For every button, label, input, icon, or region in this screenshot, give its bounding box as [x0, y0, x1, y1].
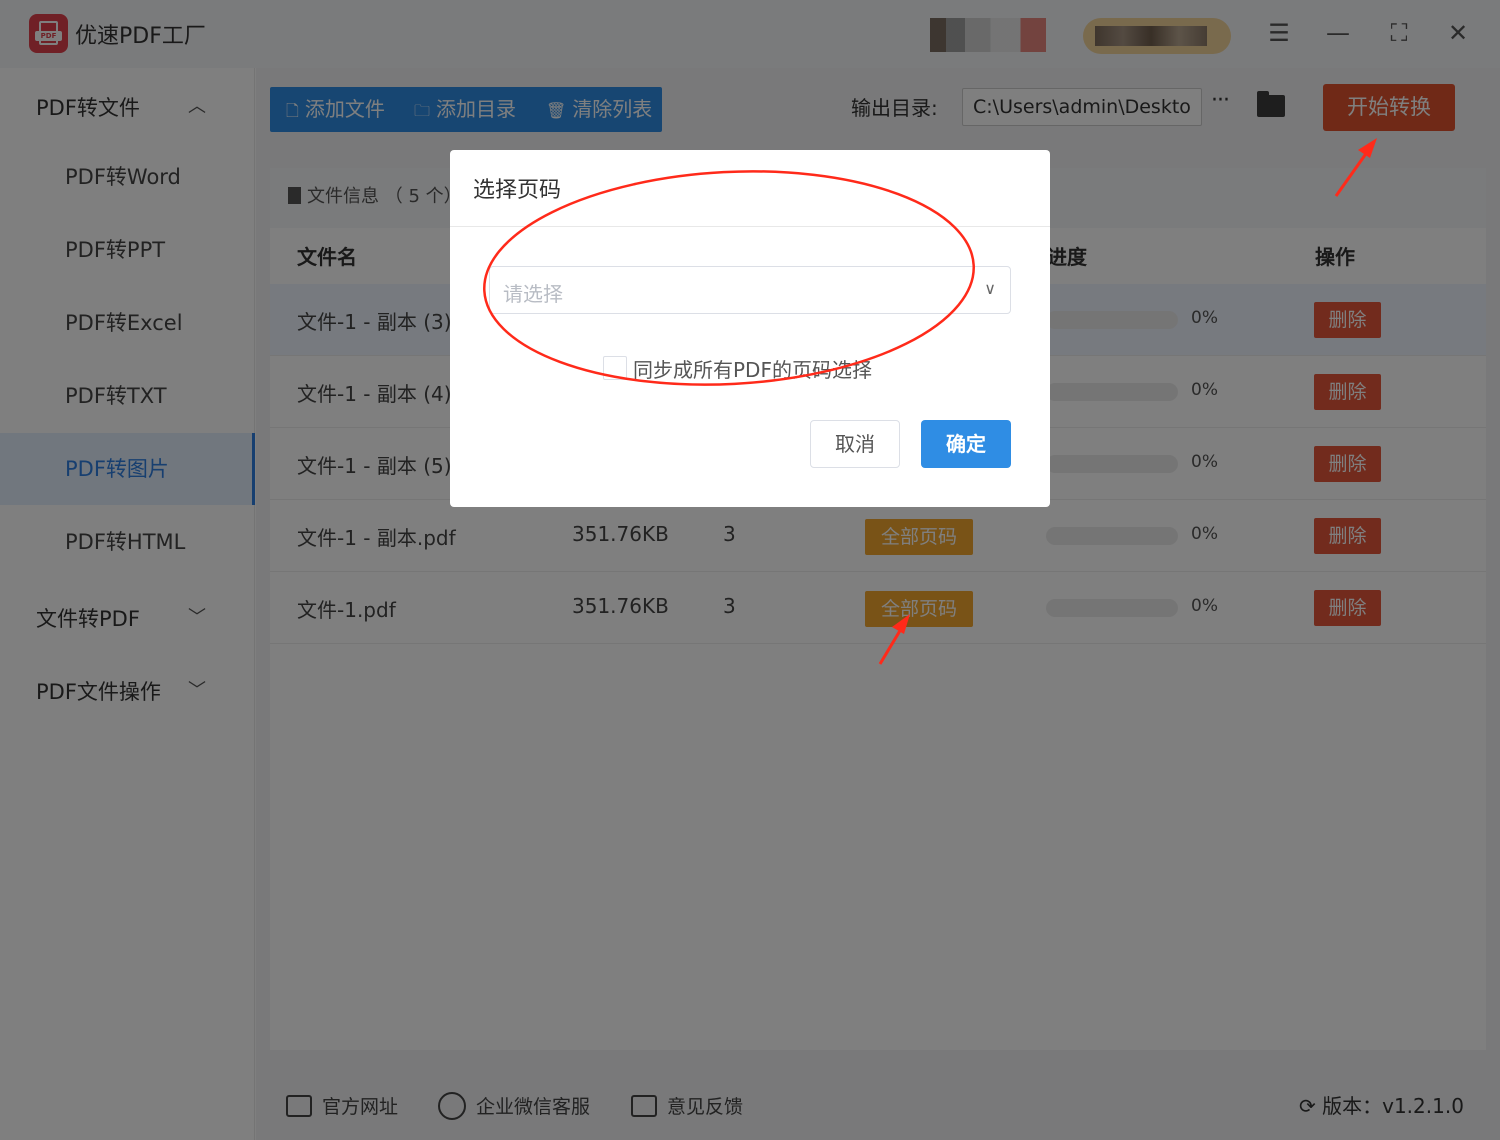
select-page-dialog: 选择页码 请选择 ∨ 同步成所有PDF的页码选择 取消 确定 [450, 150, 1050, 507]
page-select-dropdown[interactable]: 请选择 ∨ [489, 266, 1011, 314]
dialog-title: 选择页码 [473, 178, 562, 203]
confirm-button[interactable]: 确定 [921, 420, 1011, 468]
cancel-button[interactable]: 取消 [810, 420, 900, 468]
dialog-divider [450, 226, 1050, 227]
chevron-down-icon: ∨ [984, 279, 996, 298]
sync-pages-checkbox[interactable] [603, 356, 627, 380]
page-select-placeholder: 请选择 [503, 282, 563, 306]
sync-pages-label[interactable]: 同步成所有PDF的页码选择 [633, 354, 872, 383]
